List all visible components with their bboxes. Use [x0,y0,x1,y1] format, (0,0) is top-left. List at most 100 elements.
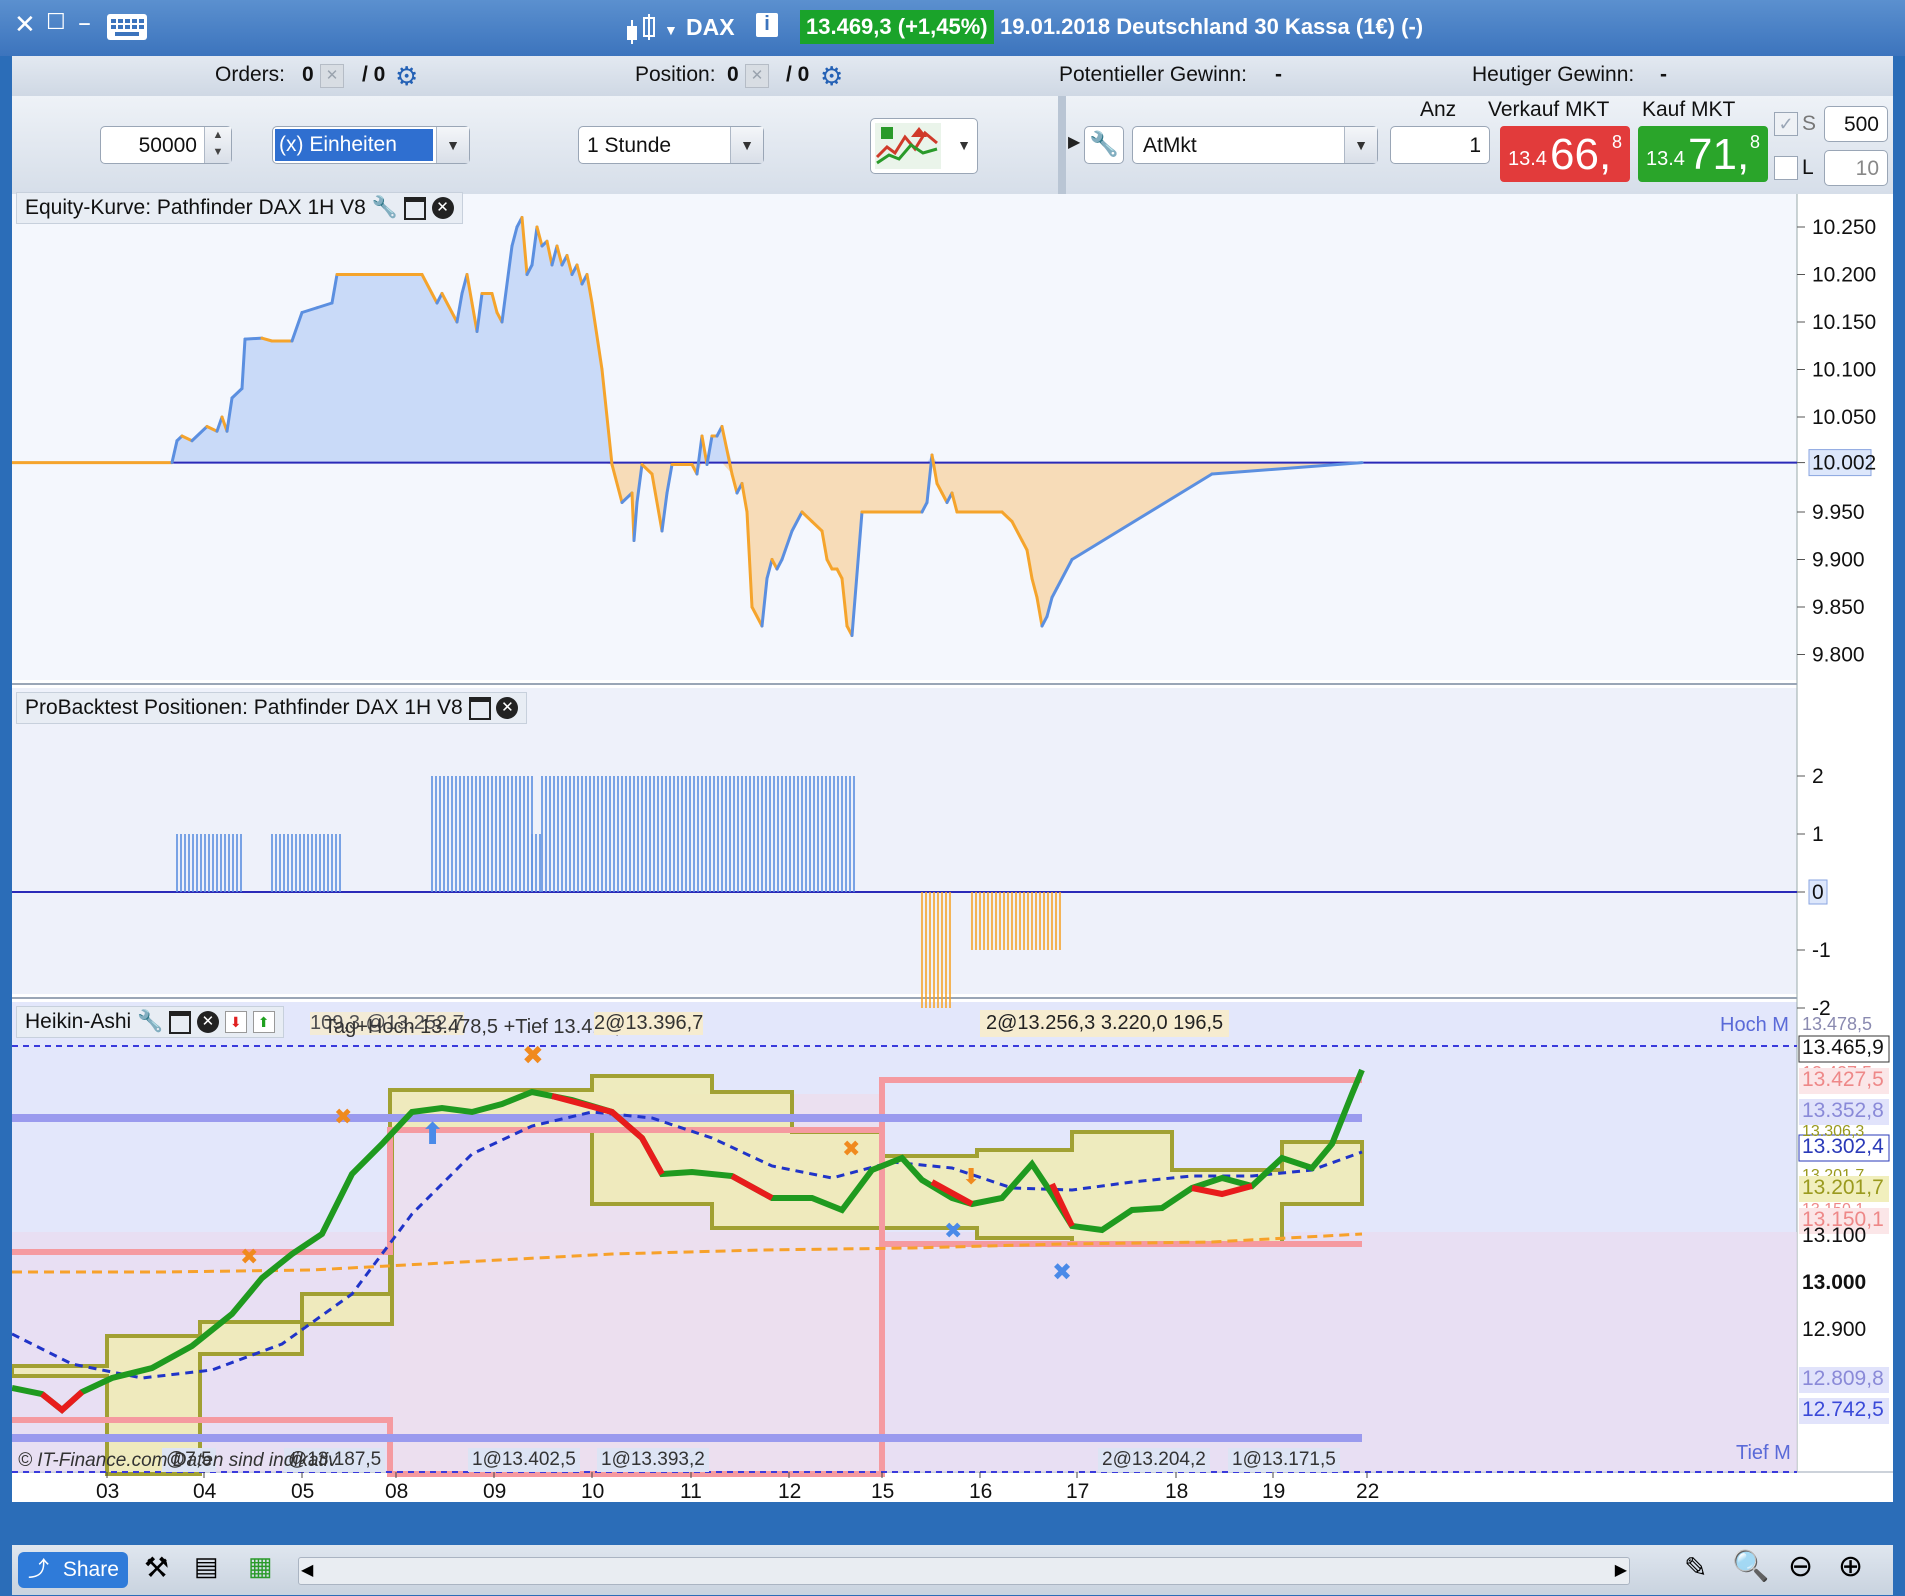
position-label: Position: [635,63,716,86]
chevron-down-icon[interactable]: ▼ [957,137,971,153]
zoom-out-icon[interactable]: ⊖ [1788,1549,1813,1584]
ha-info-label: Tag+Hoch 13.478,5 +Tief 13.412,5 [324,1016,632,1038]
orders-count: 0 [302,63,314,86]
position-gear-icon[interactable]: ⚙ [820,61,843,92]
draw-tool-icon[interactable]: ✎ [1684,1551,1707,1584]
wrench-icon[interactable]: 🔧 [137,1010,163,1033]
close-position-icon[interactable]: ✕ [745,64,769,88]
notes-icon[interactable]: ▤ [194,1551,219,1582]
equity-tick-label: 10.200 [1812,264,1876,287]
orders-total: / 0 [362,63,386,86]
orders-gear-icon[interactable]: ⚙ [395,61,418,92]
quantity-value[interactable]: 50000 [139,134,197,158]
ha-panel-title: Heikin-Ashi 🔧 ✕ ⬇ ⬆ [16,1006,284,1038]
copyright-text: © IT-Finance.com Daten sind indikativ [18,1450,338,1471]
price-tick-label: 13.000 [1802,1271,1866,1294]
info-icon[interactable]: i [756,13,778,37]
positions-title-text: ProBacktest Positionen: Pathfinder DAX 1… [25,696,463,719]
exit-marker-icon: ✖ [522,1041,544,1071]
buy-arrow-icon: ⬆ [420,1117,445,1152]
price-axis-bg [1797,194,1893,1502]
sell-button[interactable]: 13.4 66, 8 [1500,126,1630,182]
wrench-icon[interactable]: 🔧 [1084,126,1124,164]
equity-tick-label: 9.900 [1812,549,1865,572]
order-type-select[interactable]: AtMkt ▼ [1132,126,1378,164]
tief-label: Tief M [1736,1442,1791,1464]
buy-price-big: 71, [1688,130,1750,179]
instrument-name[interactable]: DAX [686,14,735,41]
hoch-label: Hoch M [1720,1014,1789,1036]
share-button[interactable]: ⤴ Share [18,1552,128,1588]
keyboard-icon[interactable] [107,14,147,40]
account-info-bar: Orders: 0 ✕ / 0 ⚙ Position: 0 ✕ / 0 ⚙ Po… [12,56,1893,97]
close-icon[interactable]: ✕ [14,10,36,40]
equity-tick-label: 10.100 [1812,359,1876,382]
close-icon[interactable]: ✕ [196,1011,219,1034]
chevron-down-icon[interactable]: ▼ [1344,127,1377,163]
stop-value[interactable]: 500 [1844,113,1879,137]
limit-checkbox[interactable] [1774,156,1798,180]
position-count: 0 [727,63,739,86]
collapse-arrow-icon[interactable]: ▶ [1068,132,1080,152]
price-tick-label: 12.809,8 [1802,1367,1884,1390]
order-type-value[interactable]: AtMkt [1143,134,1197,158]
price-tick-label: 13.465,9 [1802,1036,1884,1059]
tools-icon[interactable]: ⚒ [144,1551,169,1584]
instrument-dropdown-icon[interactable]: ▼ [664,22,678,38]
buy-button[interactable]: 13.4 71, 8 [1638,126,1768,182]
chart-canvas[interactable]: ✖ ✖ ✖ ✖ ✖ ✖ ⬆ ⬇ 10.250 10.200 10.150 10.100… [10,194,1893,1503]
stop-checkbox[interactable]: ✓ [1774,112,1798,136]
indicators-icon[interactable]: ▦ [248,1551,273,1582]
orders-label: Orders: [215,63,286,86]
exit-marker-icon: ✖ [842,1137,860,1162]
ha-title-text: Heikin-Ashi [25,1010,132,1033]
cancel-orders-icon[interactable]: ✕ [320,64,344,88]
zoom-fit-icon[interactable]: 🔍 [1732,1549,1769,1584]
unit-select[interactable]: (x) Einheiten ▼ [272,126,470,164]
equity-tick-label: 9.950 [1812,501,1865,524]
chevron-down-icon[interactable]: ▼ [436,127,469,163]
limit-value[interactable]: 10 [1856,157,1879,181]
equity-panel-title: Equity-Kurve: Pathfinder DAX 1H V8 🔧 ✕ [16,192,463,224]
maximize-icon[interactable]: ☐ [46,10,66,35]
limit-input[interactable]: 10 [1824,150,1888,186]
scroll-right-icon[interactable]: ▶ [1615,1560,1627,1580]
backtest-icon [875,123,941,169]
date-tick-label: 16 [969,1480,992,1502]
equity-tick-label: 9.850 [1812,596,1865,619]
candlestick-icon[interactable] [624,12,660,51]
zoom-in-icon[interactable]: ⊕ [1838,1549,1863,1584]
anz-value[interactable]: 1 [1469,134,1481,158]
stop-input[interactable]: 500 [1824,106,1888,142]
close-icon[interactable]: ✕ [431,197,454,220]
backtest-button[interactable]: ▼ [870,118,978,174]
ha-info-label: 2@13.396,7 [594,1012,704,1035]
window-icon[interactable] [468,696,491,720]
window-title: 19.01.2018 Deutschland 30 Kassa (1€) (-) [1000,14,1424,39]
sell-price-small: 13.4 [1508,148,1547,170]
anz-input[interactable]: 1 [1390,126,1490,164]
chevron-down-icon[interactable]: ▼ [730,127,763,163]
panel-divider [1058,96,1066,194]
date-tick-label: 18 [1165,1480,1188,1502]
chart-scrollbar[interactable]: ◀ ▶ [298,1557,1630,1585]
scroll-left-icon[interactable]: ◀ [301,1560,313,1580]
trade-tag: 2@13.204,2 [1098,1448,1210,1472]
close-icon[interactable]: ✕ [496,697,519,720]
price-tick-label: 13.427,5 [1802,1068,1884,1091]
down-arrow-icon[interactable]: ⬇ [224,1011,247,1034]
window-icon[interactable] [169,1010,192,1034]
window-icon[interactable] [403,196,426,220]
stepper-arrows-icon[interactable]: ▲ ▼ [204,127,231,163]
timeframe-value[interactable]: 1 Stunde [587,134,671,158]
date-tick-label: 19 [1262,1480,1285,1502]
limit-label: L [1802,156,1814,179]
up-arrow-icon[interactable]: ⬆ [252,1011,275,1034]
minimize-icon[interactable]: – [78,8,91,38]
date-tick-label: 10 [581,1480,604,1502]
quantity-stepper[interactable]: 50000 ▲ ▼ [100,126,232,164]
equity-title-text: Equity-Kurve: Pathfinder DAX 1H V8 [25,196,366,219]
timeframe-select[interactable]: 1 Stunde ▼ [578,126,764,164]
unit-selected[interactable]: (x) Einheiten [275,129,433,161]
wrench-icon[interactable]: 🔧 [372,196,398,219]
